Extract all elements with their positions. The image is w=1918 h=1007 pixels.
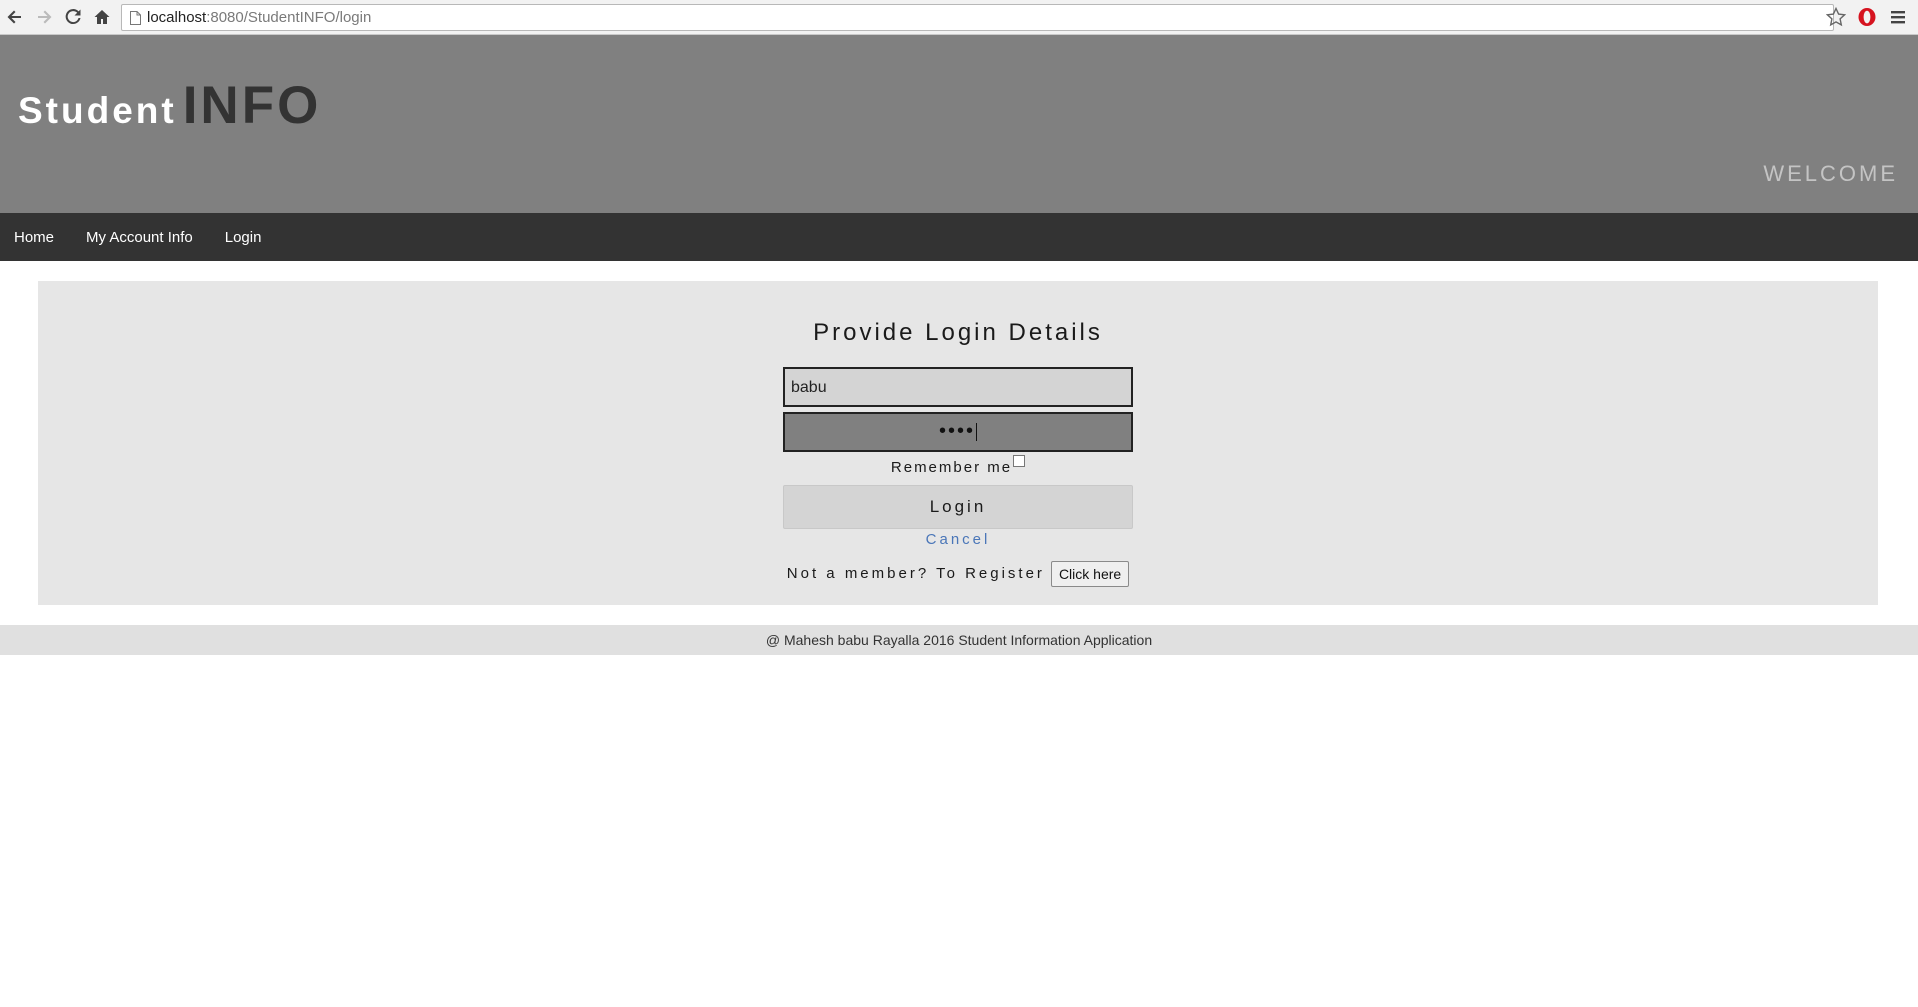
star-icon[interactable] <box>1826 7 1846 27</box>
opera-icon[interactable] <box>1857 7 1877 27</box>
login-panel: Provide Login Details babu •••• Remember… <box>38 281 1878 605</box>
site-header: Student INFO WELCOME <box>0 35 1918 213</box>
forward-arrow-icon[interactable] <box>33 6 55 28</box>
remember-me-label: Remember me <box>890 459 1013 476</box>
register-row: Not a member? To Register Click here <box>38 561 1878 587</box>
password-input[interactable]: •••• <box>783 412 1133 452</box>
remember-me-checkbox[interactable] <box>1013 455 1026 467</box>
brand-info-text: INFO <box>182 76 322 135</box>
text-caret <box>976 422 977 441</box>
cancel-link-text[interactable]: Cancel <box>926 531 991 548</box>
page-footer: @ Mahesh babu Rayalla 2016 Student Infor… <box>0 625 1918 655</box>
back-arrow-icon[interactable] <box>4 6 26 28</box>
welcome-text: WELCOME <box>1763 161 1898 186</box>
address-bar[interactable]: localhost:8080/StudentINFO/login <box>121 4 1834 31</box>
site-brand[interactable]: Student INFO <box>18 75 321 136</box>
register-prompt: Not a member? To Register <box>786 564 1045 582</box>
main-nav: Home My Account Info Login <box>0 213 1918 261</box>
nav-login-link[interactable]: Login <box>207 229 276 246</box>
url-text: localhost:8080/StudentINFO/login <box>147 9 372 26</box>
reload-icon[interactable] <box>62 6 84 28</box>
username-input[interactable]: babu <box>783 367 1133 407</box>
home-icon[interactable] <box>91 6 113 28</box>
password-mask: •••• <box>938 420 975 442</box>
login-title: Provide Login Details <box>813 319 1103 346</box>
nav-home-link[interactable]: Home <box>0 229 68 246</box>
brand-student-text: Student <box>18 90 177 131</box>
cancel-link: Cancel <box>38 531 1878 548</box>
browser-toolbar: localhost:8080/StudentINFO/login <box>0 0 1918 35</box>
login-button[interactable]: Login <box>783 485 1133 529</box>
page-icon <box>130 11 141 25</box>
hamburger-menu-icon[interactable] <box>1890 9 1906 25</box>
username-value: babu <box>791 379 827 396</box>
remember-me-row: Remember me <box>38 455 1878 476</box>
register-button[interactable]: Click here <box>1050 561 1130 587</box>
nav-account-info-link[interactable]: My Account Info <box>68 229 207 246</box>
